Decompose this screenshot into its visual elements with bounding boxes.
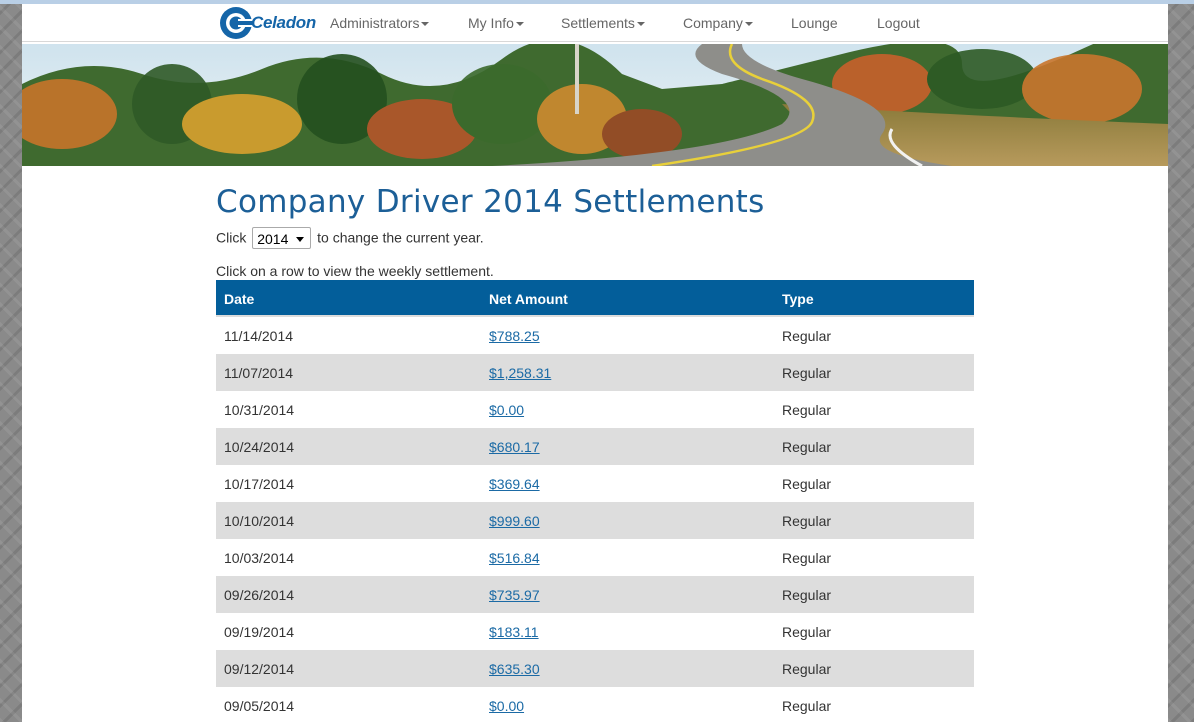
nav-company-label: Company (683, 15, 743, 31)
brand-name: Celadon (251, 13, 316, 32)
column-header-type: Type (782, 291, 814, 307)
table-row[interactable]: 10/10/2014 $999.60 Regular (216, 502, 974, 539)
settlement-date: 09/26/2014 (224, 587, 295, 603)
year-selector-line: Click 2014 to change the current year. (216, 227, 484, 250)
net-amount-link[interactable]: $735.97 (489, 587, 540, 603)
year-suffix-text: to change the current year. (317, 229, 484, 246)
select-arrow-icon (296, 237, 305, 242)
table-body: 11/14/2014 $788.25 Regular 11/07/2014 $1,258… (216, 317, 974, 722)
table-hint-text: Click on a row to view the weekly settle… (216, 263, 494, 279)
settlement-type: Regular (782, 328, 832, 344)
year-select[interactable]: 2014 (252, 227, 312, 249)
net-amount-link[interactable]: $183.11 (489, 624, 539, 640)
table-row[interactable]: 09/26/2014 $735.97 Regular (216, 576, 974, 613)
settlement-date: 09/12/2014 (224, 661, 295, 677)
nav-administrators[interactable]: Administrators (330, 15, 430, 31)
table-row[interactable]: 09/19/2014 $183.11 Regular (216, 613, 974, 650)
net-amount-link[interactable]: $635.30 (489, 661, 540, 677)
caret-down-icon (515, 22, 524, 27)
nav-lounge-label: Lounge (791, 15, 838, 31)
net-amount-link[interactable]: $1,258.31 (489, 365, 551, 381)
table-header: Date Net Amount Type (216, 280, 974, 317)
net-amount-link[interactable]: $788.25 (489, 328, 540, 344)
table-row[interactable]: 09/05/2014 $0.00 Regular (216, 687, 974, 722)
column-header-date: Date (224, 291, 255, 307)
autumn-road-banner-image (22, 44, 1168, 166)
settlement-type: Regular (782, 476, 832, 492)
table-row[interactable]: 11/07/2014 $1,258.31 Regular (216, 354, 974, 391)
brand-logo[interactable]: Celadon (219, 5, 316, 41)
top-navbar: Celadon Administrators My Info Settlemen… (22, 4, 1168, 42)
net-amount-link[interactable]: $369.64 (489, 476, 540, 492)
net-amount-link[interactable]: $680.17 (489, 439, 540, 455)
year-prefix-text: Click (216, 229, 247, 246)
nav-lounge[interactable]: Lounge (791, 15, 838, 31)
settlement-type: Regular (782, 550, 832, 566)
caret-down-icon (744, 22, 753, 27)
settlement-date: 09/19/2014 (224, 624, 295, 640)
settlement-date: 10/03/2014 (224, 550, 295, 566)
celadon-c-logo-icon (220, 7, 253, 39)
settlement-date: 11/14/2014 (224, 328, 294, 344)
hero-banner (22, 44, 1168, 166)
net-amount-link[interactable]: $0.00 (489, 698, 524, 714)
settlement-type: Regular (782, 624, 832, 640)
settlement-type: Regular (782, 439, 832, 455)
settlement-date: 10/31/2014 (224, 402, 295, 418)
table-row[interactable]: 10/24/2014 $680.17 Regular (216, 428, 974, 465)
settlement-type: Regular (782, 365, 832, 381)
caret-down-icon (636, 22, 645, 27)
settlement-date: 10/10/2014 (224, 513, 295, 529)
settlement-type: Regular (782, 661, 832, 677)
settlement-date: 10/24/2014 (224, 439, 295, 455)
table-row[interactable]: 10/31/2014 $0.00 Regular (216, 391, 974, 428)
settlement-date: 09/05/2014 (224, 698, 295, 714)
table-row[interactable]: 10/17/2014 $369.64 Regular (216, 465, 974, 502)
caret-down-icon (421, 22, 430, 27)
nav-settlements-label: Settlements (561, 15, 635, 31)
net-amount-link[interactable]: $999.60 (489, 513, 540, 529)
table-row[interactable]: 11/14/2014 $788.25 Regular (216, 317, 974, 354)
settlement-type: Regular (782, 698, 832, 714)
settlement-type: Regular (782, 587, 832, 603)
nav-logout-label: Logout (877, 15, 920, 31)
settlements-table: Date Net Amount Type 11/14/2014 $788.25 Re… (216, 280, 974, 722)
table-row[interactable]: 10/03/2014 $516.84 Regular (216, 539, 974, 576)
settlement-date: 11/07/2014 (224, 365, 294, 381)
page-title: Company Driver 2014 Settlements (216, 184, 765, 220)
nav-logout[interactable]: Logout (877, 15, 920, 31)
net-amount-link[interactable]: $516.84 (489, 550, 540, 566)
nav-company[interactable]: Company (683, 15, 753, 31)
page-container: Celadon Administrators My Info Settlemen… (22, 4, 1168, 722)
nav-my-info[interactable]: My Info (468, 15, 524, 31)
nav-my-info-label: My Info (468, 15, 514, 31)
nav-settlements[interactable]: Settlements (561, 15, 645, 31)
settlement-date: 10/17/2014 (224, 476, 295, 492)
table-row[interactable]: 09/12/2014 $635.30 Regular (216, 650, 974, 687)
nav-administrators-label: Administrators (330, 15, 420, 31)
year-select-value: 2014 (257, 231, 289, 247)
settlement-type: Regular (782, 402, 832, 418)
settlement-type: Regular (782, 513, 832, 529)
net-amount-link[interactable]: $0.00 (489, 402, 524, 418)
column-header-net-amount: Net Amount (489, 291, 568, 307)
